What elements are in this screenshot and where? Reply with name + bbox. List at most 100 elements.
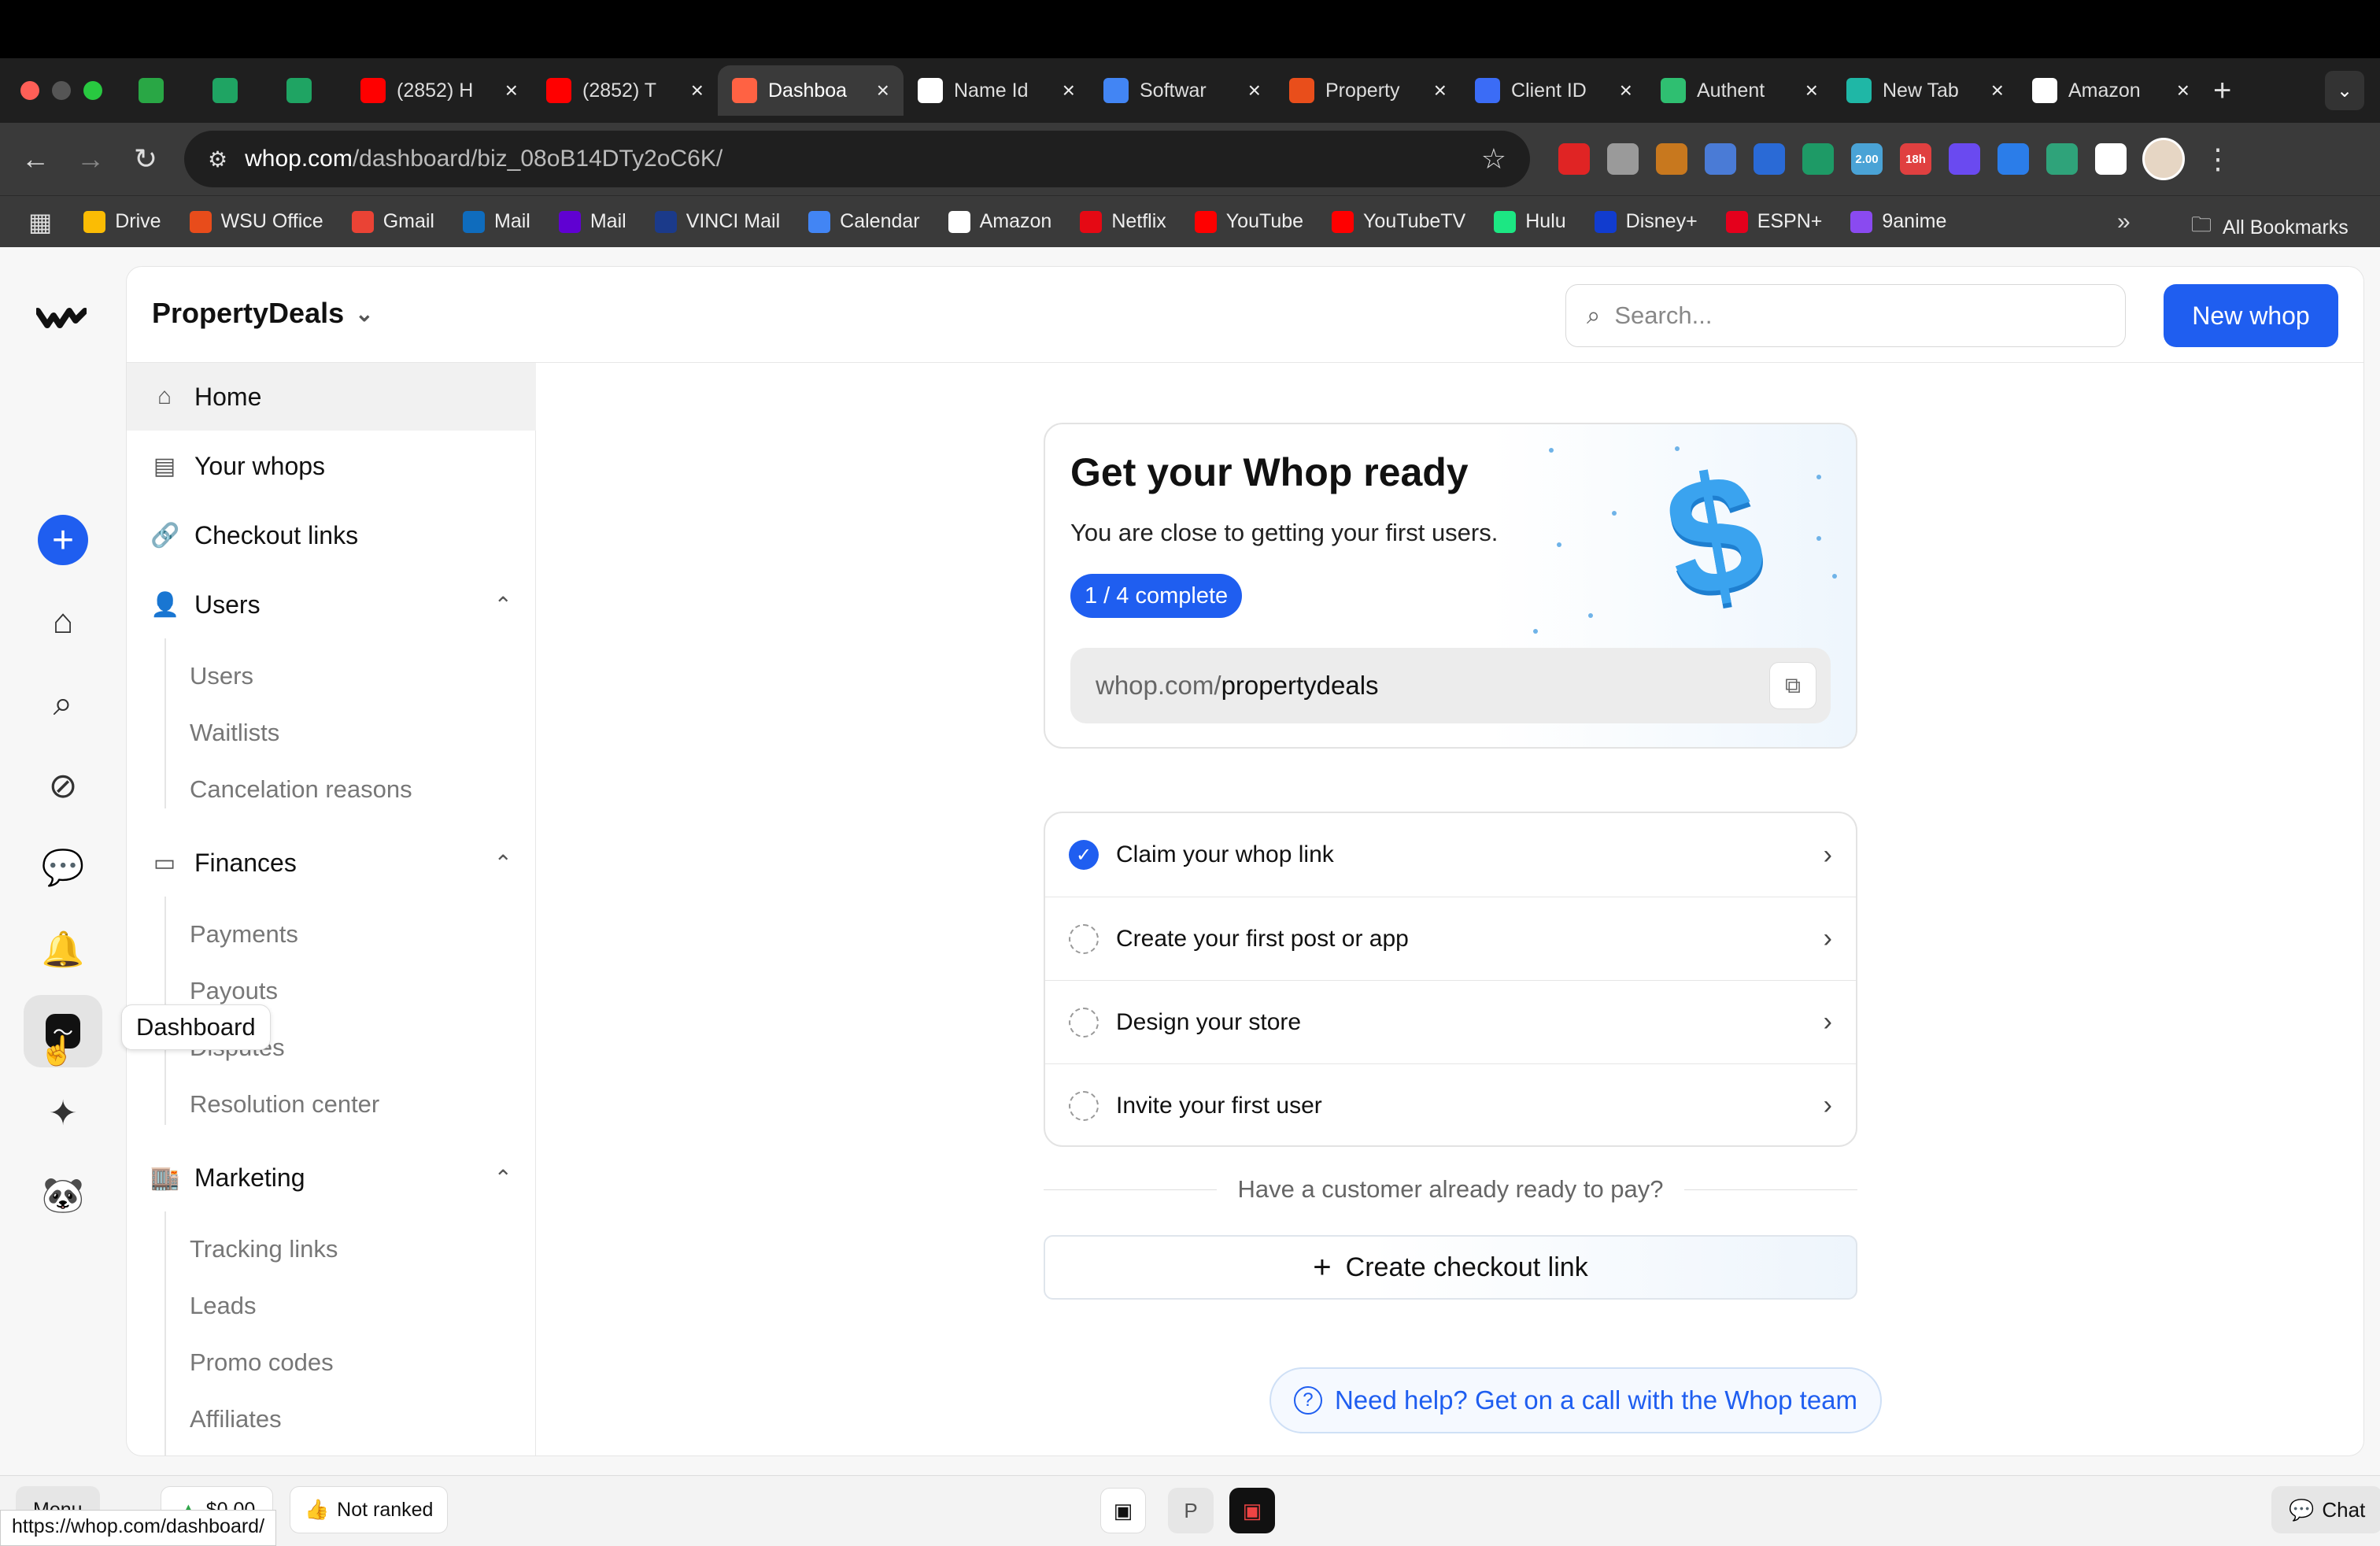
- close-tab-icon[interactable]: ×: [1248, 78, 1261, 103]
- extension-icon[interactable]: 18h: [1900, 143, 1931, 175]
- copy-icon[interactable]: ⧉: [1769, 662, 1816, 709]
- sidebar-section-finances[interactable]: ▭ Finances ⌃: [127, 829, 536, 897]
- create-icon[interactable]: +: [38, 515, 88, 565]
- sidebar-item-resolution-center[interactable]: Resolution center: [190, 1090, 379, 1119]
- sidebar-item-your-whops[interactable]: ▤ Your whops: [127, 432, 536, 500]
- browser-tab[interactable]: [124, 65, 198, 116]
- rank-badge[interactable]: 👍 Not ranked: [290, 1486, 449, 1533]
- search-icon[interactable]: ⌕: [24, 668, 102, 740]
- checklist-item[interactable]: Invite your first user ›: [1045, 1063, 1856, 1145]
- extension-icon[interactable]: [1607, 143, 1639, 175]
- extension-icon[interactable]: [2095, 143, 2127, 175]
- close-tab-icon[interactable]: ×: [1805, 78, 1818, 103]
- close-window-button[interactable]: [20, 81, 39, 100]
- dock-app-icon[interactable]: ▣: [1100, 1488, 1146, 1533]
- extension-icon[interactable]: [1754, 143, 1785, 175]
- dock-app-icon[interactable]: ▣: [1229, 1488, 1275, 1533]
- bookmark-item[interactable]: VINCI Mail: [654, 210, 780, 233]
- whop-logo-icon[interactable]: [35, 294, 88, 342]
- search-input[interactable]: ⌕ Search...: [1565, 284, 2126, 347]
- bookmark-item[interactable]: Amazon: [948, 210, 1051, 233]
- profile-avatar-icon[interactable]: 🐼: [24, 1159, 102, 1231]
- new-whop-button[interactable]: New whop: [2164, 284, 2338, 347]
- all-bookmarks-button[interactable]: 🗀 All Bookmarks: [2191, 210, 2349, 245]
- browser-tab[interactable]: (2852) T ×: [532, 65, 718, 116]
- profile-avatar[interactable]: [2142, 138, 2185, 180]
- compass-icon[interactable]: ⊘: [24, 749, 102, 822]
- checklist-item[interactable]: ✓ Claim your whop link ›: [1045, 813, 1856, 897]
- bookmark-item[interactable]: Mail: [463, 210, 530, 233]
- close-tab-icon[interactable]: ×: [877, 78, 889, 103]
- sidebar-item-checkout-links[interactable]: 🔗 Checkout links: [127, 501, 536, 569]
- home-icon[interactable]: ⌂: [24, 586, 102, 658]
- chat-button[interactable]: 💬 Chat: [2271, 1486, 2380, 1533]
- close-tab-icon[interactable]: ×: [691, 78, 704, 103]
- bookmark-item[interactable]: Calendar: [808, 210, 920, 233]
- browser-tab[interactable]: Client ID ×: [1461, 65, 1646, 116]
- tab-search-button[interactable]: ⌄: [2325, 71, 2364, 110]
- sidebar-section-marketing[interactable]: 🏬 Marketing ⌃: [127, 1144, 536, 1211]
- p-app-icon[interactable]: P: [1168, 1488, 1214, 1533]
- browser-tab[interactable]: New Tab ×: [1832, 65, 2018, 116]
- zoom-window-button[interactable]: [83, 81, 102, 100]
- minimize-window-button[interactable]: [52, 81, 71, 100]
- bookmark-item[interactable]: WSU Office: [189, 210, 323, 233]
- chat-bubble-icon[interactable]: 💬: [24, 831, 102, 904]
- close-tab-icon[interactable]: ×: [1434, 78, 1447, 103]
- url-bar[interactable]: ⚙ whop.com/dashboard/biz_08oB14DTy2oC6K/…: [184, 131, 1530, 187]
- close-tab-icon[interactable]: ×: [1620, 78, 1632, 103]
- browser-tab[interactable]: Amazon ×: [2018, 65, 2204, 116]
- sidebar-item-waitlists[interactable]: Waitlists: [190, 719, 279, 747]
- extension-icon[interactable]: [1656, 143, 1687, 175]
- bookmark-item[interactable]: Hulu: [1494, 210, 1566, 233]
- new-tab-button[interactable]: +: [2213, 73, 2231, 109]
- bookmark-item[interactable]: Gmail: [351, 210, 434, 233]
- browser-tab[interactable]: Softwar ×: [1089, 65, 1275, 116]
- more-bookmarks-icon[interactable]: »: [2117, 209, 2131, 235]
- bookmark-item[interactable]: Drive: [83, 210, 161, 233]
- whop-link-field[interactable]: whop.com/propertydeals ⧉: [1070, 648, 1831, 723]
- extension-icon[interactable]: [1802, 143, 1834, 175]
- browser-tab[interactable]: Authent ×: [1646, 65, 1832, 116]
- bookmark-star-icon[interactable]: ☆: [1481, 142, 1506, 176]
- checklist-item[interactable]: Create your first post or app ›: [1045, 897, 1856, 980]
- browser-tab[interactable]: [272, 65, 346, 116]
- business-switcher[interactable]: PropertyDeals ⌄: [152, 297, 374, 330]
- sidebar-item-tracking-links[interactable]: Tracking links: [190, 1235, 338, 1263]
- apps-grid-icon[interactable]: ▦: [28, 207, 52, 237]
- forward-icon[interactable]: →: [63, 142, 118, 176]
- browser-menu-icon[interactable]: ⋮: [2204, 142, 2232, 176]
- site-info-icon[interactable]: ⚙: [208, 146, 227, 172]
- extension-icon[interactable]: [1705, 143, 1736, 175]
- extension-icon[interactable]: [1949, 143, 1980, 175]
- bookmark-item[interactable]: Netflix: [1080, 210, 1166, 233]
- sidebar-item-affiliates[interactable]: Affiliates: [190, 1405, 282, 1433]
- browser-tab[interactable]: Name Id ×: [904, 65, 1089, 116]
- extension-icon[interactable]: 2.00: [1851, 143, 1883, 175]
- sidebar-item-payouts[interactable]: Payouts: [190, 977, 278, 1005]
- sidebar-item-users[interactable]: Users: [190, 662, 253, 690]
- browser-tab[interactable]: Dashboa ×: [718, 65, 904, 116]
- close-tab-icon[interactable]: ×: [1991, 78, 2004, 103]
- close-tab-icon[interactable]: ×: [2177, 78, 2190, 103]
- sidebar-item-leads[interactable]: Leads: [190, 1292, 256, 1320]
- bookmark-item[interactable]: ESPN+: [1725, 210, 1822, 233]
- sidebar-section-users[interactable]: 👤 Users ⌃: [127, 571, 536, 638]
- close-tab-icon[interactable]: ×: [1062, 78, 1075, 103]
- bookmark-item[interactable]: YouTube: [1194, 210, 1303, 233]
- help-call-button[interactable]: ? Need help? Get on a call with the Whop…: [1269, 1367, 1882, 1433]
- create-checkout-link-button[interactable]: + Create checkout link: [1044, 1235, 1857, 1300]
- sidebar-item-home[interactable]: ⌂ Home: [127, 363, 536, 431]
- ticket-icon[interactable]: ✦: [24, 1077, 102, 1149]
- extension-icon[interactable]: [2046, 143, 2078, 175]
- extension-icon[interactable]: [1998, 143, 2029, 175]
- sidebar-item-promo-codes[interactable]: Promo codes: [190, 1348, 334, 1377]
- browser-tab[interactable]: (2852) H ×: [346, 65, 532, 116]
- bookmark-item[interactable]: Mail: [558, 210, 626, 233]
- close-tab-icon[interactable]: ×: [505, 78, 518, 103]
- bell-icon[interactable]: 🔔: [24, 913, 102, 986]
- bookmark-item[interactable]: YouTubeTV: [1332, 210, 1465, 233]
- browser-tab[interactable]: Property ×: [1275, 65, 1461, 116]
- reload-icon[interactable]: ↻: [118, 142, 173, 176]
- sidebar-item-cancelation-reasons[interactable]: Cancelation reasons: [190, 775, 412, 804]
